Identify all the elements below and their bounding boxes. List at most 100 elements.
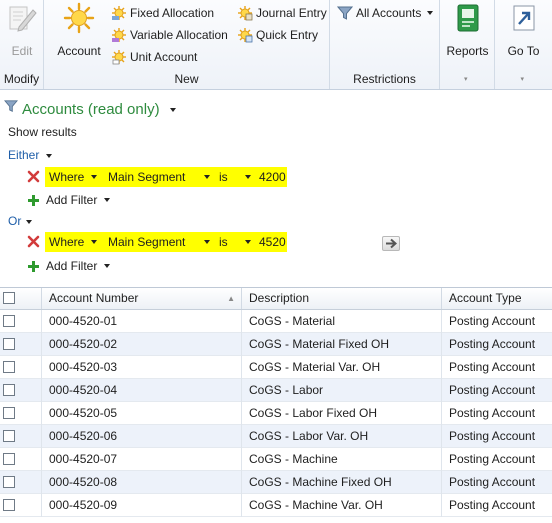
filter-title[interactable]: Accounts (read only) (3, 100, 176, 119)
table-row[interactable]: 000-4520-01 CoGS - Material Posting Accoun… (0, 310, 552, 333)
remove-icon[interactable] (27, 170, 40, 183)
chevron-down-icon (169, 108, 176, 113)
operator-dropdown[interactable]: is (219, 167, 228, 187)
account-number-cell[interactable]: 000-4520-04 (42, 379, 242, 402)
table-row[interactable]: 000-4520-03 CoGS - Material Var. OH Postin… (0, 356, 552, 379)
account-type-cell[interactable]: Posting Account (442, 471, 552, 494)
row-checkbox[interactable] (3, 384, 15, 396)
table-row[interactable]: 000-4520-05 CoGS - Labor Fixed OH Posting … (0, 402, 552, 425)
journal-entry-button[interactable]: Journal Entry (237, 3, 327, 23)
description-cell[interactable]: CoGS - Material (242, 310, 442, 333)
account-number-cell[interactable]: 000-4520-07 (42, 448, 242, 471)
field-dropdown[interactable]: Main Segment (108, 232, 185, 252)
funnel-icon (336, 5, 354, 21)
account-type-cell[interactable]: Posting Account (442, 356, 552, 379)
account-type-cell[interactable]: Posting Account (442, 310, 552, 333)
or-dropdown[interactable]: Or (8, 214, 33, 228)
group-launcher-icon[interactable]: ▾ (464, 75, 468, 83)
description-cell[interactable]: CoGS - Labor Var. OH (242, 425, 442, 448)
table-row[interactable]: 000-4520-08 CoGS - Machine Fixed OH Postin… (0, 471, 552, 494)
chevron-down-icon (91, 175, 97, 179)
group-launcher-icon[interactable]: ▾ (521, 75, 525, 83)
criteria-highlight: Where Main Segment is 4520 (45, 232, 287, 252)
row-checkbox[interactable] (3, 430, 15, 442)
account-number-cell[interactable]: 000-4520-02 (42, 333, 242, 356)
row-checkbox[interactable] (3, 315, 15, 327)
either-dropdown[interactable]: Either (8, 148, 53, 162)
description-cell[interactable]: CoGS - Material Fixed OH (242, 333, 442, 356)
fixed-allocation-button[interactable]: Fixed Allocation (111, 3, 214, 23)
operator-dropdown[interactable]: is (219, 232, 228, 252)
description-cell[interactable]: CoGS - Machine (242, 448, 442, 471)
account-type-cell[interactable]: Posting Account (442, 425, 552, 448)
criteria-value[interactable]: 4200 (259, 167, 286, 187)
edit-button[interactable]: Edit (4, 2, 40, 58)
sort-ascending-icon: ▲ (227, 294, 235, 303)
account-number-cell[interactable]: 000-4520-05 (42, 402, 242, 425)
all-accounts-dropdown[interactable]: All Accounts (336, 3, 433, 23)
ribbon: Edit Modify Account Fixed Allocation Var… (0, 0, 552, 90)
sun-small-icon (111, 49, 127, 65)
account-number-cell[interactable]: 000-4520-01 (42, 310, 242, 333)
row-select-cell (0, 333, 42, 356)
chevron-down-icon (245, 175, 251, 179)
variable-allocation-button[interactable]: Variable Allocation (111, 25, 228, 45)
column-header-account-number[interactable]: Account Number ▲ (42, 288, 242, 309)
account-number-cell[interactable]: 000-4520-06 (42, 425, 242, 448)
column-header-description[interactable]: Description (242, 288, 442, 309)
row-checkbox[interactable] (3, 361, 15, 373)
account-button[interactable]: Account (54, 2, 104, 58)
modify-group-label: Modify (3, 72, 40, 86)
restrictions-group: All Accounts Restrictions (330, 0, 440, 89)
goto-button[interactable]: Go To (499, 2, 548, 58)
description-cell[interactable]: CoGS - Machine Var. OH (242, 494, 442, 517)
column-header-account-type[interactable]: Account Type (442, 288, 552, 309)
reports-button[interactable]: Reports (443, 2, 492, 58)
description-cell[interactable]: CoGS - Labor (242, 379, 442, 402)
row-select-cell (0, 448, 42, 471)
row-select-cell (0, 494, 42, 517)
description-cell[interactable]: CoGS - Material Var. OH (242, 356, 442, 379)
row-select-cell (0, 310, 42, 333)
where-dropdown[interactable]: Where (49, 232, 84, 252)
row-checkbox[interactable] (3, 453, 15, 465)
account-type-cell[interactable]: Posting Account (442, 379, 552, 402)
account-type-cell[interactable]: Posting Account (442, 333, 552, 356)
where-dropdown[interactable]: Where (49, 167, 84, 187)
grid-header: Account Number ▲ Description Account Typ… (0, 288, 552, 310)
accounts-grid: Account Number ▲ Description Account Typ… (0, 287, 552, 523)
right-arrow-icon (386, 238, 398, 249)
select-all-checkbox[interactable] (3, 292, 15, 304)
row-checkbox[interactable] (3, 476, 15, 488)
account-type-cell[interactable]: Posting Account (442, 402, 552, 425)
account-type-cell[interactable]: Posting Account (442, 448, 552, 471)
description-cell[interactable]: CoGS - Machine Fixed OH (242, 471, 442, 494)
table-row[interactable]: 000-4520-02 CoGS - Material Fixed OH Posti… (0, 333, 552, 356)
row-checkbox[interactable] (3, 499, 15, 511)
goto-group: Go To ▾ (495, 0, 552, 89)
chevron-down-icon (46, 153, 53, 158)
table-row[interactable]: 000-4520-04 CoGS - Labor Posting Account (0, 379, 552, 402)
table-row[interactable]: 000-4520-09 CoGS - Machine Var. OH Posting… (0, 494, 552, 517)
apply-arrow-button[interactable] (382, 236, 400, 251)
chevron-down-icon (204, 175, 210, 179)
field-dropdown[interactable]: Main Segment (108, 167, 185, 187)
criteria-value[interactable]: 4520 (259, 232, 286, 252)
account-type-cell[interactable]: Posting Account (442, 494, 552, 517)
sun-small-icon (111, 5, 127, 21)
account-number-cell[interactable]: 000-4520-03 (42, 356, 242, 379)
account-number-cell[interactable]: 000-4520-09 (42, 494, 242, 517)
restrictions-group-label: Restrictions (353, 72, 416, 86)
row-select-cell (0, 471, 42, 494)
account-number-cell[interactable]: 000-4520-08 (42, 471, 242, 494)
description-cell[interactable]: CoGS - Labor Fixed OH (242, 402, 442, 425)
chevron-down-icon (91, 240, 97, 244)
table-row[interactable]: 000-4520-07 CoGS - Machine Posting Account (0, 448, 552, 471)
quick-entry-button[interactable]: Quick Entry (237, 25, 318, 45)
unit-account-button[interactable]: Unit Account (111, 47, 197, 67)
row-checkbox[interactable] (3, 407, 15, 419)
chevron-down-icon (104, 264, 110, 268)
table-row[interactable]: 000-4520-06 CoGS - Labor Var. OH Posting A… (0, 425, 552, 448)
row-checkbox[interactable] (3, 338, 15, 350)
remove-icon[interactable] (27, 235, 40, 248)
